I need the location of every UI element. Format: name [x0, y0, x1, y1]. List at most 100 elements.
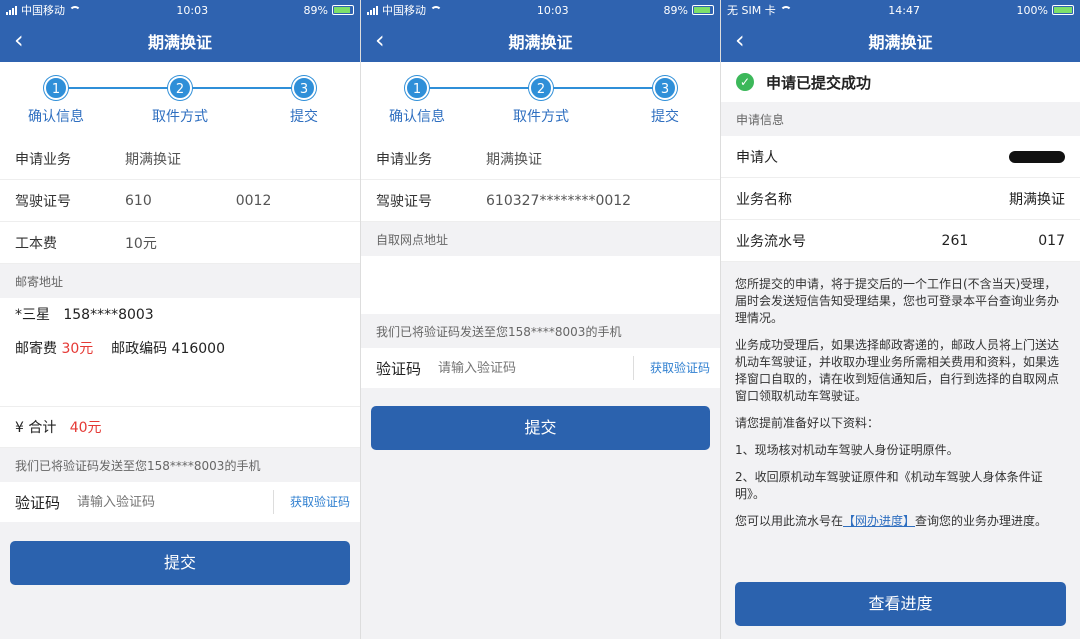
success-text: 申请已提交成功	[766, 73, 872, 92]
code-input[interactable]	[77, 494, 273, 510]
step-number: 2	[529, 76, 553, 100]
postcode-label: 邮政编码	[111, 341, 168, 357]
info-row-fee: 工本费 10元	[0, 222, 360, 264]
row-value: 期满换证	[486, 151, 542, 168]
signal-icon	[6, 5, 17, 15]
info-row-business: 业务名称 期满换证	[721, 178, 1080, 220]
back-icon[interactable]: ‹	[735, 28, 745, 52]
code-label: 验证码	[376, 359, 422, 378]
mail-address-card[interactable]: *三星 158****8003 邮寄费 30元 邮政编码 416000	[0, 298, 360, 406]
step-label: 确认信息	[28, 109, 84, 125]
info-row-license: 驾驶证号 610 0012	[0, 180, 360, 222]
screen-confirm-mail: 中国移动 10:03 89% ‹ 期满换证 1 确认信息 2 取件方式 3 提交 申请…	[0, 0, 360, 639]
success-banner: ✓ 申请已提交成功	[721, 62, 1080, 102]
battery-percent: 89%	[663, 3, 688, 17]
fee-value: 10元	[125, 235, 157, 252]
row-key: 申请业务	[376, 151, 432, 168]
battery-percent: 100%	[1016, 3, 1048, 17]
step-number: 3	[653, 76, 677, 100]
submit-button[interactable]: 提交	[10, 541, 350, 585]
postage-value: 30元	[61, 341, 94, 357]
step-label: 取件方式	[513, 109, 569, 125]
get-code-button[interactable]: 获取验证码	[632, 356, 720, 380]
status-bar: 无 SIM 卡 14:47 100%	[721, 0, 1080, 20]
screen-submitted: 无 SIM 卡 14:47 100% ‹ 期满换证 ✓ 申请已提交成功 申请信息…	[720, 0, 1080, 639]
row-value-tail: 0012	[235, 192, 272, 209]
view-progress-button[interactable]: 查看进度	[735, 582, 1066, 626]
note-paragraph: 2、收回原机动车驾驶证原件和《机动车驾驶人身体条件证明》。	[735, 470, 1043, 501]
pickup-address-card[interactable]	[361, 256, 720, 314]
redacted-value	[1009, 150, 1065, 163]
recipient-phone: 158****8003	[63, 307, 154, 323]
postage-label: 邮寄费	[15, 341, 57, 357]
step-2: 2 取件方式	[130, 76, 230, 126]
check-circle-icon: ✓	[736, 73, 754, 91]
pickup-address-label: 自取网点地址	[376, 232, 449, 247]
status-bar: 中国移动 10:03 89%	[0, 0, 360, 20]
step-3: 3 提交	[254, 76, 354, 126]
serial-tail: 017	[1038, 232, 1065, 249]
row-value: 610327********0012	[486, 192, 632, 209]
row-key: 业务名称	[736, 191, 792, 208]
get-code-button[interactable]: 获取验证码	[272, 490, 360, 514]
sms-note: 我们已将验证码发送至您158****8003的手机	[376, 324, 622, 339]
info-row-serial: 业务流水号 261 017	[721, 220, 1080, 262]
mail-address-label: 邮寄地址	[15, 274, 64, 289]
row-key: 驾驶证号	[376, 193, 432, 210]
info-row-business: 申请业务 期满换证	[0, 138, 360, 180]
note-paragraph: 请您提前准备好以下资料：	[735, 416, 880, 430]
note-paragraph: 业务成功受理后，如果选择邮政寄递的，邮政人员将上门送达机动车驾驶证，并收取办理业…	[735, 338, 1060, 403]
step-2: 2 取件方式	[491, 76, 591, 126]
carrier: 中国移动	[21, 4, 65, 17]
clock: 10:03	[536, 3, 569, 17]
serial-head: 261	[941, 232, 969, 249]
total-value: 40元	[69, 420, 102, 436]
info-row-business: 申请业务 期满换证	[361, 138, 720, 180]
clock: 10:03	[176, 3, 209, 17]
battery-icon	[692, 5, 714, 15]
step-number: 1	[44, 76, 68, 100]
page-title: 期满换证	[147, 33, 212, 52]
battery-icon	[332, 5, 354, 15]
screen-confirm-pickup: 中国移动 10:03 89% ‹ 期满换证 1 确认信息 2 取件方式 3 提交 申请…	[360, 0, 720, 639]
notes: 您所提交的申请，将于提交后的一个工作日(不含当天)受理，届时会发送短信告知受理结…	[721, 276, 1080, 530]
note-paragraph: 1、现场核对机动车驾驶人身份证明原件。	[735, 443, 959, 457]
progress-note: 您可以用此流水号在【网办进度】查询您的业务办理进度。	[735, 513, 1066, 530]
signal-icon	[367, 5, 378, 15]
step-label: 确认信息	[389, 109, 445, 125]
row-key: 工本费	[15, 235, 57, 252]
step-number: 3	[292, 76, 316, 100]
info-label: 申请信息	[736, 112, 785, 127]
wifi-icon	[69, 6, 81, 14]
clock: 14:47	[888, 3, 920, 17]
page-title: 期满换证	[868, 33, 933, 52]
row-value: 期满换证	[125, 151, 181, 168]
progress-link[interactable]: 【网办进度】	[843, 514, 915, 528]
serial-value: 261 017	[942, 233, 1065, 249]
info-row-applicant: 申请人	[721, 136, 1080, 178]
back-icon[interactable]: ‹	[375, 28, 385, 52]
info-row-license: 驾驶证号 610327********0012	[361, 180, 720, 222]
row-value: 期满换证	[1009, 191, 1065, 208]
step-number: 1	[405, 76, 429, 100]
code-input[interactable]	[438, 360, 633, 376]
step-label: 提交	[651, 109, 679, 125]
postcode-value: 416000	[171, 341, 225, 357]
row-key: 申请人	[736, 149, 778, 166]
wifi-icon	[430, 6, 442, 14]
carrier: 无 SIM 卡	[727, 4, 776, 17]
back-icon[interactable]: ‹	[14, 28, 24, 52]
step-3: 3 提交	[615, 76, 715, 126]
step-1: 1 确认信息	[367, 76, 467, 126]
nav-bar: ‹ 期满换证	[721, 20, 1080, 62]
step-label: 提交	[290, 109, 318, 125]
row-value: 610	[125, 192, 152, 209]
carrier: 中国移动	[382, 4, 426, 17]
code-row: 验证码 获取验证码	[361, 348, 720, 388]
code-label: 验证码	[15, 493, 61, 512]
submit-button[interactable]: 提交	[371, 406, 710, 450]
sms-note: 我们已将验证码发送至您158****8003的手机	[15, 458, 261, 473]
battery-icon	[1052, 5, 1074, 15]
step-number: 2	[168, 76, 192, 100]
total-label: ¥ 合计	[15, 420, 57, 436]
